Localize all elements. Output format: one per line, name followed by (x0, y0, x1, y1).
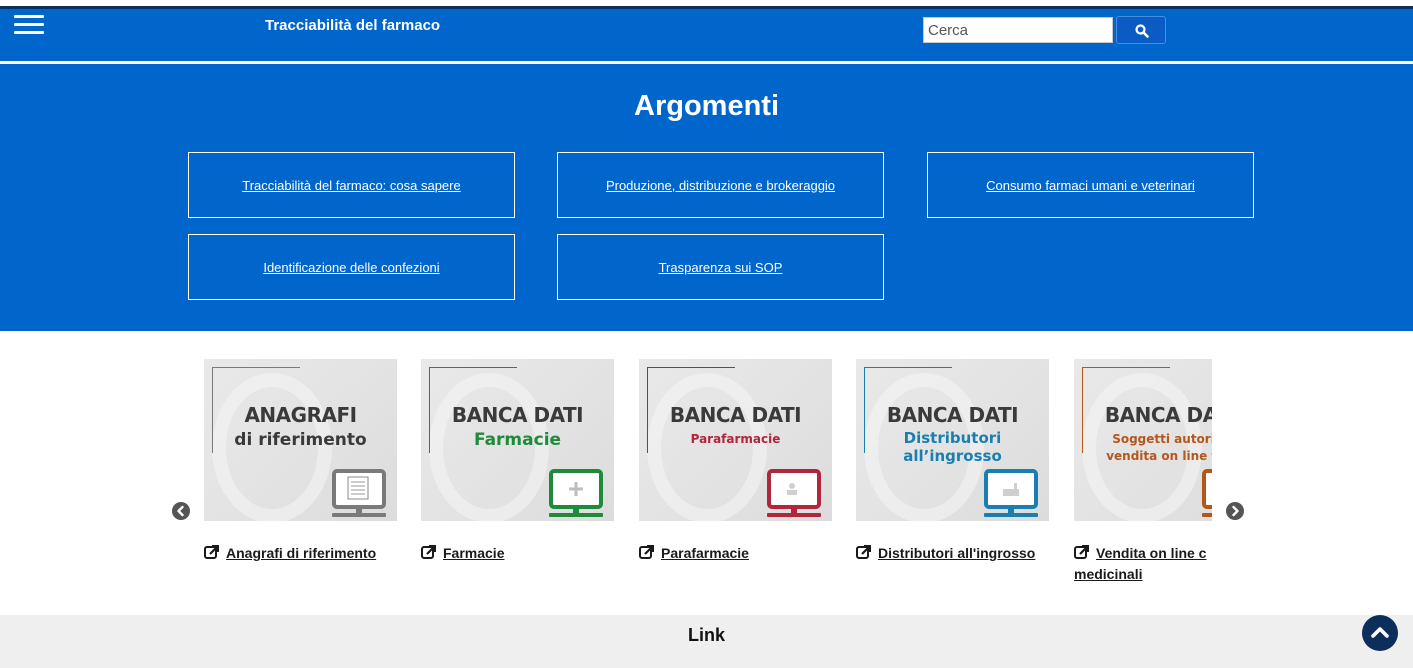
monitor-icon (1202, 469, 1212, 517)
search-icon (1135, 24, 1149, 38)
card-banner-image[interactable]: BANCA DATI Parafarmacie (639, 359, 832, 521)
database-card[interactable]: BANCA DATI Distributori all’ingrosso Distri… (856, 359, 1049, 564)
card-banner-subtitle-line: vendita on line farı (1106, 449, 1212, 463)
topic-box-consumo[interactable]: Consumo farmaci umani e veterinari (927, 152, 1254, 218)
site-title[interactable]: Tracciabilità del farmaco (265, 17, 440, 34)
card-banner-image[interactable]: BANCA DATI Distributori all’ingrosso (856, 359, 1049, 521)
database-link[interactable]: Vendita on line c medicinali (1074, 543, 1212, 585)
topic-box-trasparenza[interactable]: Trasparenza sui SOP (557, 234, 884, 300)
chevron-right-icon[interactable] (1226, 502, 1244, 520)
external-link-icon (856, 545, 871, 559)
database-link-label[interactable]: Vendita on line c (1096, 545, 1206, 561)
topic-link[interactable]: Tracciabilità del farmaco: cosa sapere (242, 178, 460, 193)
database-link-label[interactable]: Distributori all'ingrosso (878, 545, 1035, 561)
topic-link[interactable]: Trasparenza sui SOP (659, 260, 783, 275)
topics-title: Argomenti (634, 90, 779, 122)
accent-line (429, 367, 517, 368)
chevron-left-icon[interactable] (172, 502, 190, 520)
topics-section: Argomenti Tracciabilità del farmaco: cos… (0, 64, 1413, 331)
card-banner-image[interactable]: BANCA DATI Soggetti autorizz vendita on li… (1074, 359, 1212, 521)
card-banner-subtitle-line: Farmacie (473, 430, 562, 450)
accent-line (1082, 367, 1170, 368)
database-link-label[interactable]: medicinali (1074, 566, 1142, 582)
card-banner-subtitle-line: Soggetti autorizz (1112, 432, 1212, 446)
card-banner-image[interactable]: ANAGRAFI di riferimento (204, 359, 397, 521)
accent-line (864, 367, 952, 368)
monitor-icon (984, 469, 1038, 517)
card-banner-title: BANCA DATI (669, 403, 802, 427)
database-card[interactable]: ANAGRAFI di riferimento Anagrafi di riferi… (204, 359, 397, 564)
top-border (0, 0, 1413, 9)
search-button[interactable] (1116, 16, 1166, 44)
topic-link[interactable]: Consumo farmaci umani e veterinari (986, 178, 1195, 193)
database-card[interactable]: BANCA DATI Soggetti autorizz vendita on li… (1074, 359, 1212, 585)
database-link-label[interactable]: Parafarmacie (661, 545, 749, 561)
external-link-icon (639, 545, 654, 559)
search-input[interactable] (923, 17, 1113, 43)
site-header: Tracciabilità del farmaco (0, 9, 1413, 61)
card-banner-title: BANCA DATI (886, 403, 1019, 427)
topic-box-produzione[interactable]: Produzione, distribuzione e brokeraggio (557, 152, 884, 218)
external-link-icon (421, 545, 436, 559)
card-banner-subtitle-line: Distributori (903, 429, 1002, 447)
database-link-label[interactable]: Farmacie (443, 545, 504, 561)
database-link-label[interactable]: Anagrafi di riferimento (226, 545, 376, 561)
external-link-icon (204, 545, 219, 559)
monitor-icon (332, 469, 386, 517)
card-banner-subtitle-line: di riferimento (234, 430, 367, 450)
card-banner-title: BANCA DATI (451, 403, 584, 427)
card-banner-subtitle: Farmacie (421, 431, 614, 450)
topic-link[interactable]: Identificazione delle confezioni (263, 260, 439, 275)
card-banner-subtitle: Parafarmacie (639, 431, 832, 448)
database-link[interactable]: Farmacie (421, 543, 614, 564)
card-banner-subtitle: Soggetti autorizz vendita on line farı (1074, 431, 1212, 465)
carousel-track: ANAGRAFI di riferimento Anagrafi di riferi… (204, 359, 1212, 599)
card-banner-title: BANCA DATI (1104, 403, 1212, 427)
database-link[interactable]: Distributori all'ingrosso (856, 543, 1049, 564)
database-link[interactable]: Parafarmacie (639, 543, 832, 564)
monitor-icon (549, 469, 603, 517)
chevron-up-icon[interactable] (1362, 615, 1398, 651)
accent-line (212, 367, 300, 368)
topic-link[interactable]: Produzione, distribuzione e brokeraggio (606, 178, 835, 193)
card-banner-subtitle-line: Parafarmacie (690, 432, 781, 446)
accent-line (647, 367, 735, 368)
topic-box-identificazione[interactable]: Identificazione delle confezioni (188, 234, 515, 300)
database-link[interactable]: Anagrafi di riferimento (204, 543, 397, 564)
database-card[interactable]: BANCA DATI Farmacie Farmacie (421, 359, 614, 564)
hamburger-icon[interactable] (14, 13, 44, 35)
card-banner-subtitle-line: all’ingrosso (903, 447, 1002, 465)
card-banner-subtitle: di riferimento (204, 431, 397, 450)
databases-carousel: ANAGRAFI di riferimento Anagrafi di riferi… (0, 331, 1413, 615)
links-heading: Link (687, 625, 725, 645)
card-banner-image[interactable]: BANCA DATI Farmacie (421, 359, 614, 521)
topic-box-cosa-sapere[interactable]: Tracciabilità del farmaco: cosa sapere (188, 152, 515, 218)
card-banner-subtitle: Distributori all’ingrosso (856, 429, 1049, 465)
monitor-icon (767, 469, 821, 517)
external-link-icon (1074, 545, 1089, 559)
database-card[interactable]: BANCA DATI Parafarmacie Parafarmacie (639, 359, 832, 564)
footer-links: Link (0, 615, 1413, 668)
card-banner-title: ANAGRAFI (244, 403, 357, 427)
